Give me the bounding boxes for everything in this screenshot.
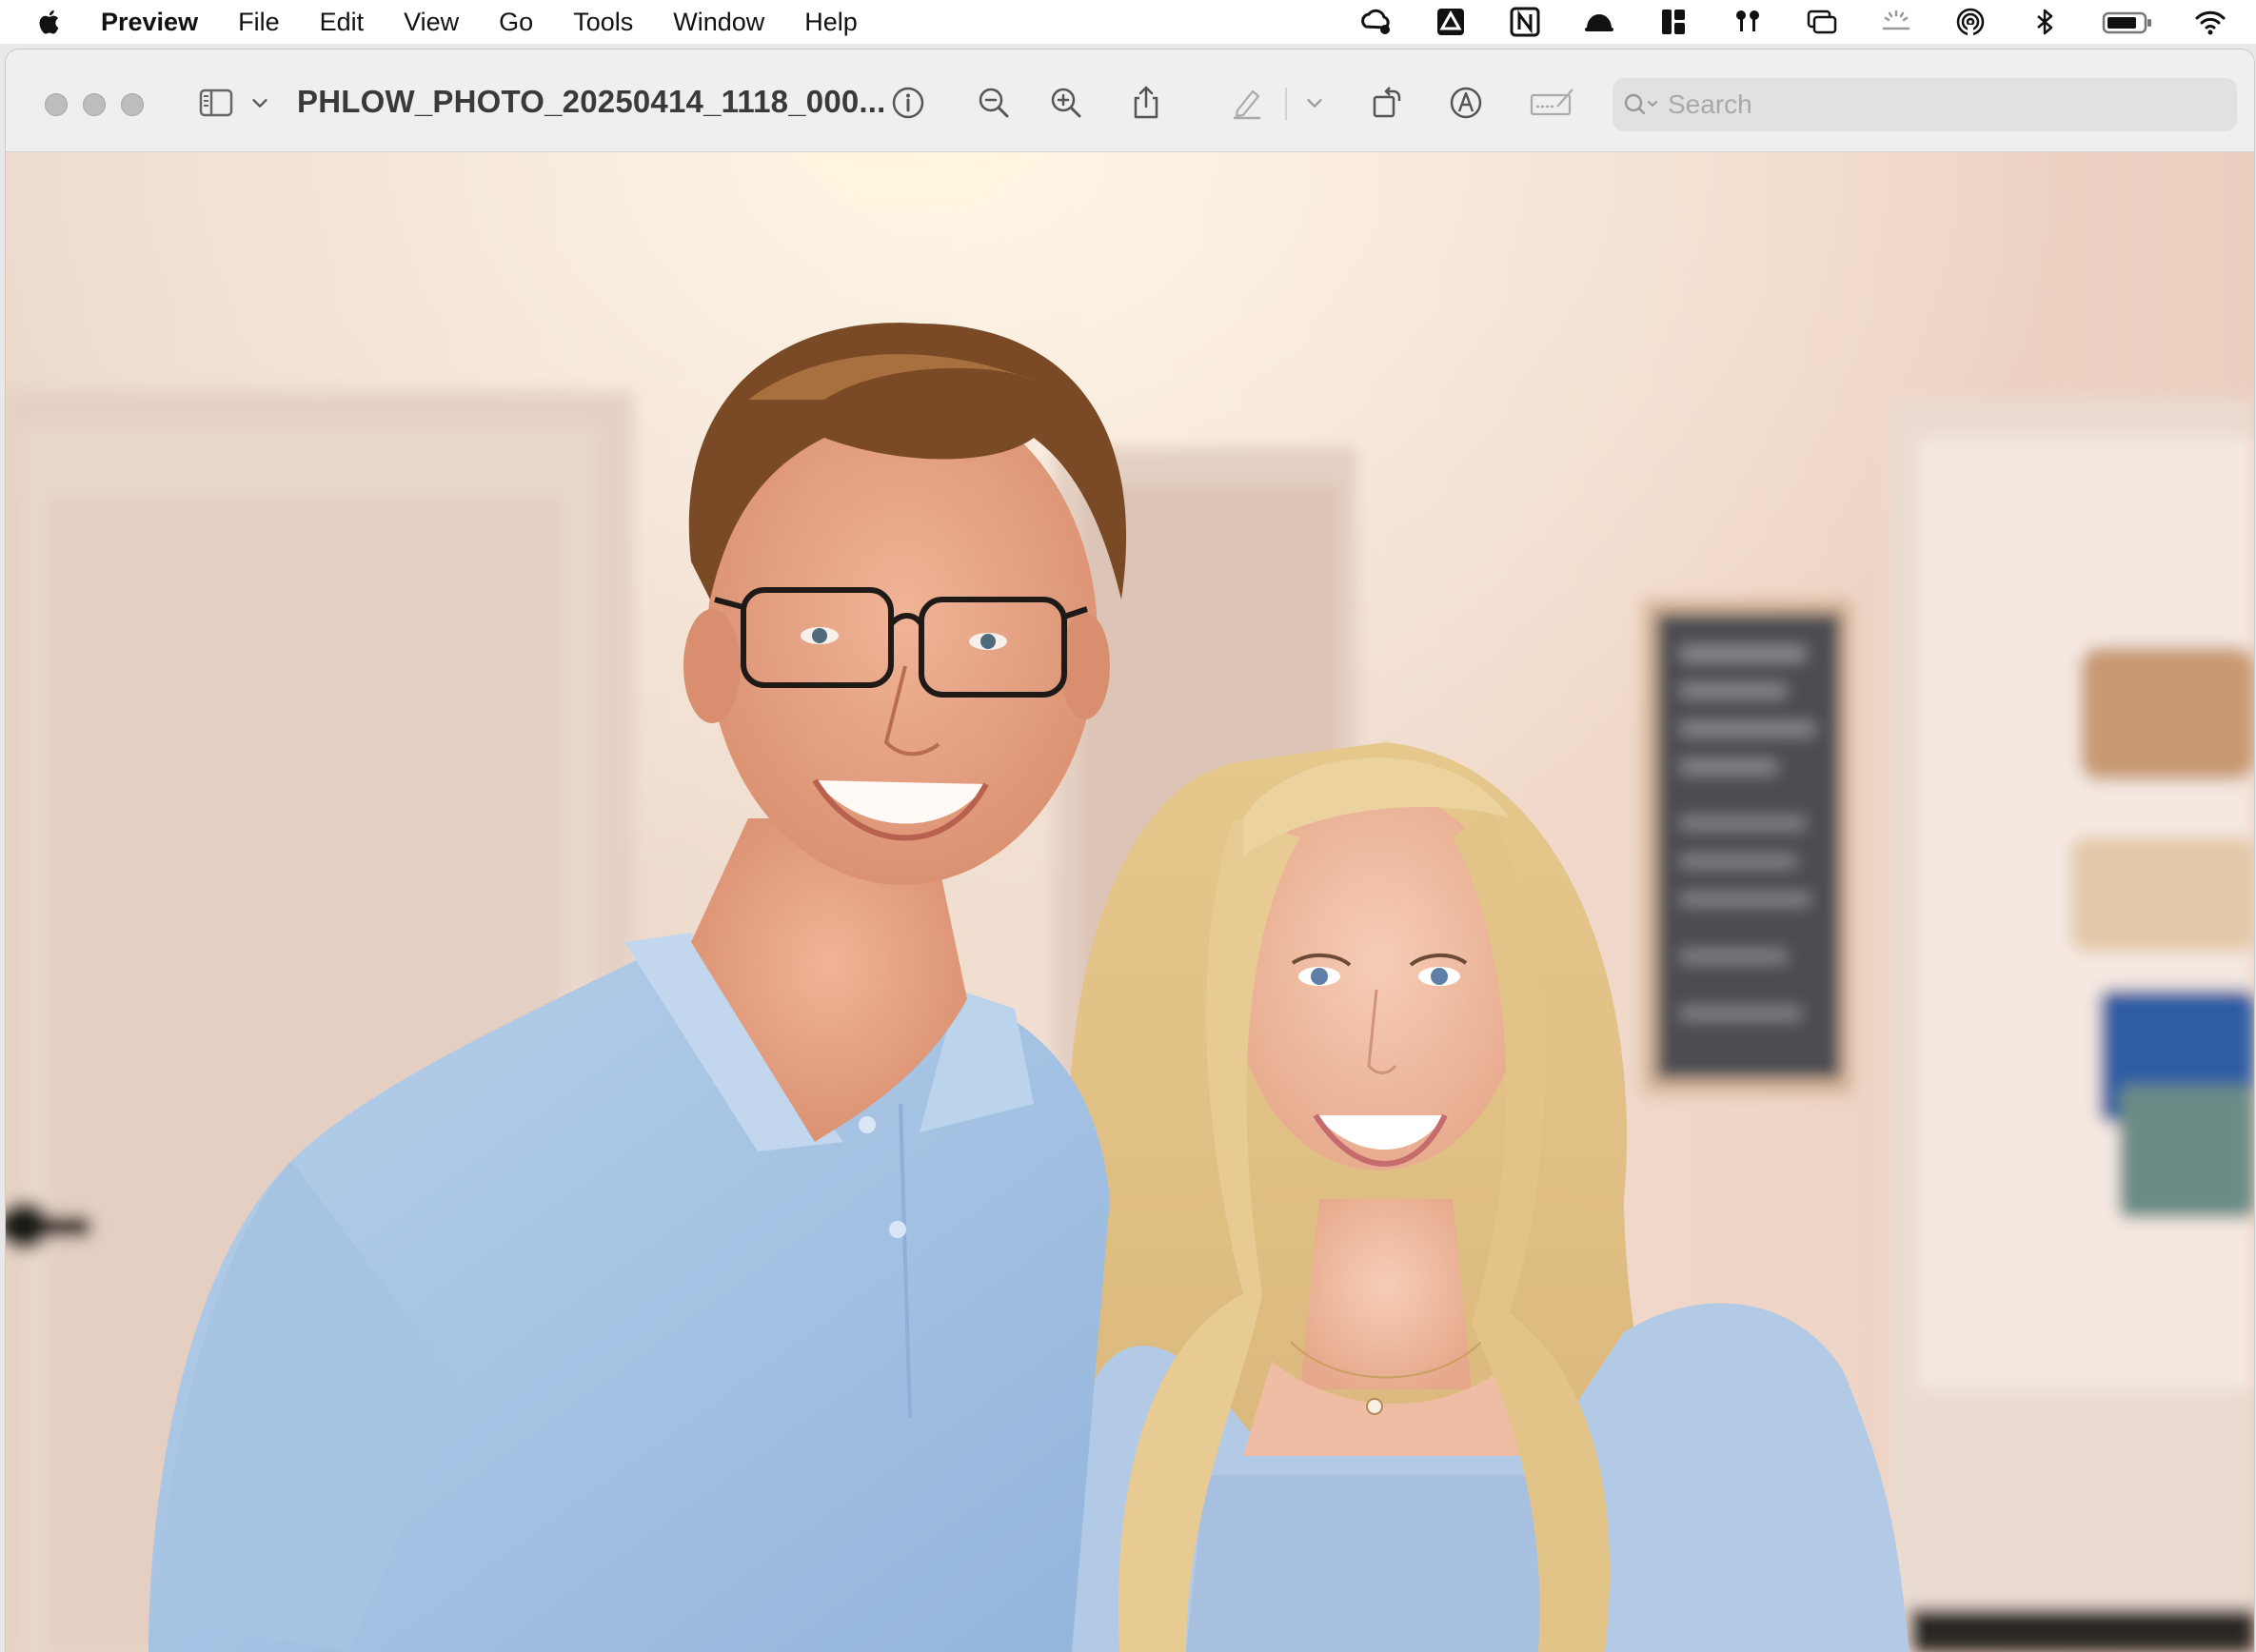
window-toolbar: PHLOW_PHOTO_20250414_1118_000... bbox=[6, 49, 2254, 152]
view-options-dropdown[interactable] bbox=[247, 82, 272, 124]
zoom-out-button[interactable] bbox=[973, 82, 1015, 124]
toolbar-divider bbox=[1285, 88, 1287, 120]
markup-button[interactable] bbox=[1445, 82, 1487, 124]
menu-go[interactable]: Go bbox=[499, 0, 533, 44]
chevron-down-icon bbox=[252, 99, 267, 108]
menu-tools[interactable]: Tools bbox=[573, 0, 633, 44]
menu-app-name[interactable]: Preview bbox=[101, 0, 198, 44]
search-icon bbox=[1624, 93, 1657, 115]
bluetooth-icon[interactable] bbox=[2028, 5, 2062, 39]
battery-icon bbox=[2102, 5, 2153, 39]
apple-menu-icon[interactable] bbox=[34, 6, 67, 38]
creative-cloud-icon[interactable] bbox=[1359, 5, 1394, 39]
airdrop-icon[interactable] bbox=[1953, 5, 1988, 39]
share-icon bbox=[1134, 86, 1158, 119]
chevron-down-icon bbox=[1307, 99, 1322, 108]
google-drive-icon[interactable] bbox=[1434, 5, 1468, 39]
status-area bbox=[1319, 0, 2227, 44]
zoom-in-button[interactable] bbox=[1045, 82, 1087, 124]
menu-file[interactable]: File bbox=[238, 0, 280, 44]
menu-view[interactable]: View bbox=[404, 0, 459, 44]
notion-icon[interactable] bbox=[1508, 5, 1542, 39]
menu-edit[interactable]: Edit bbox=[320, 0, 365, 44]
preview-window: PHLOW_PHOTO_20250414_1118_000... bbox=[6, 49, 2254, 1652]
rotate-icon bbox=[1373, 87, 1401, 118]
zoom-in-icon bbox=[1051, 88, 1081, 118]
document-title[interactable]: PHLOW_PHOTO_20250414_1118_000... bbox=[297, 84, 886, 120]
bartender-icon[interactable] bbox=[1582, 5, 1616, 39]
markup-icon bbox=[1450, 87, 1482, 119]
inspector-button[interactable] bbox=[887, 82, 929, 124]
menu-bar: Preview File Edit View Go Tools Window H… bbox=[0, 0, 2256, 44]
wifi-icon[interactable] bbox=[2193, 5, 2227, 39]
portrait-photo bbox=[6, 152, 2254, 1652]
screen-mirroring-icon[interactable] bbox=[1805, 5, 1839, 39]
zoom-out-icon bbox=[979, 88, 1009, 118]
share-button[interactable] bbox=[1125, 82, 1167, 124]
info-icon bbox=[892, 87, 924, 119]
sidebar-toggle-button[interactable] bbox=[194, 82, 238, 124]
layout-icon[interactable] bbox=[1656, 5, 1691, 39]
close-window-button[interactable] bbox=[45, 93, 68, 116]
menu-help[interactable]: Help bbox=[804, 0, 858, 44]
sidebar-icon bbox=[199, 88, 233, 117]
airpods-icon[interactable] bbox=[1731, 5, 1765, 39]
sign-icon bbox=[1530, 88, 1573, 116]
sign-button[interactable] bbox=[1529, 82, 1578, 124]
minimize-window-button[interactable] bbox=[83, 93, 106, 116]
image-canvas[interactable] bbox=[6, 152, 2254, 1652]
search-field[interactable] bbox=[1613, 78, 2237, 131]
highlight-pen-icon bbox=[1234, 89, 1260, 120]
menu-window[interactable]: Window bbox=[673, 0, 764, 44]
highlight-button[interactable] bbox=[1226, 82, 1268, 124]
rotate-button[interactable] bbox=[1367, 82, 1409, 124]
brightness-icon[interactable] bbox=[1879, 5, 1913, 39]
highlight-options-dropdown[interactable] bbox=[1302, 82, 1327, 124]
search-input[interactable] bbox=[1668, 89, 2201, 120]
zoom-window-button[interactable] bbox=[121, 93, 144, 116]
